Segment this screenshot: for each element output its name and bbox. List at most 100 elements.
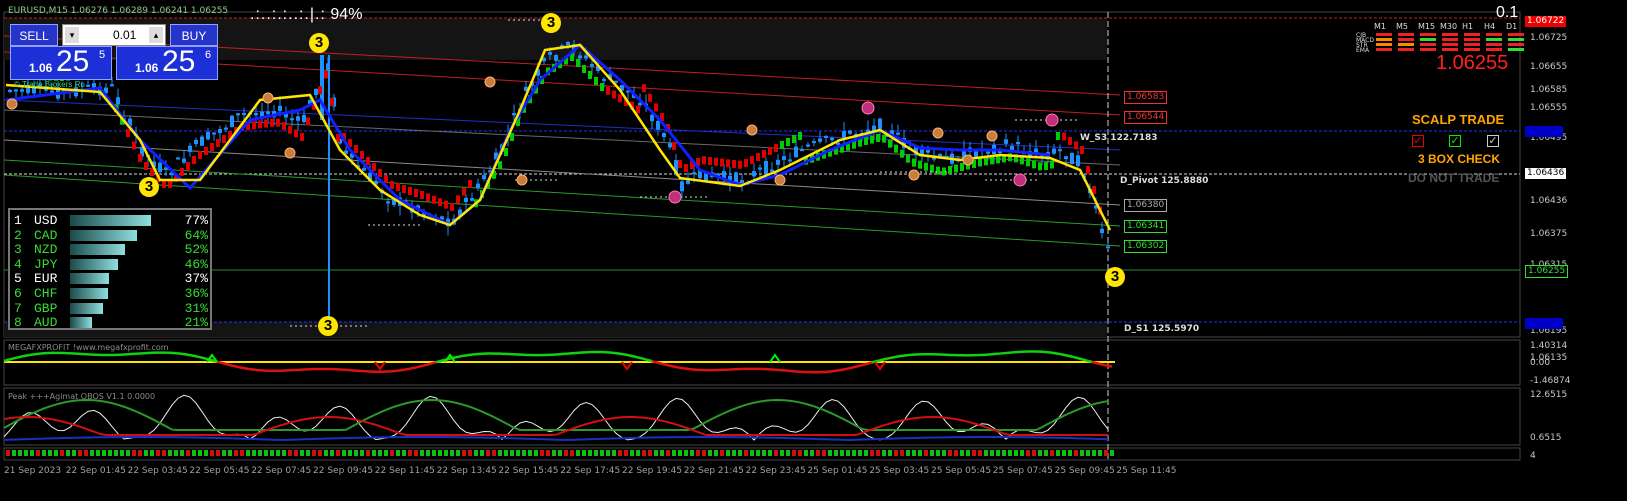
ind3-signal-block <box>168 450 172 456</box>
heikin-bar <box>324 70 328 79</box>
signal-dot-magenta <box>1045 113 1059 127</box>
mtf-signal-cell <box>1420 38 1436 41</box>
ind3-signal-block <box>492 450 496 456</box>
heikin-bar <box>468 179 472 188</box>
symbol-header: EURUSD,M15 1.06276 1.06289 1.06241 1.062… <box>8 6 229 16</box>
ind3-signal-block <box>834 450 838 456</box>
price-chart[interactable] <box>0 0 1627 501</box>
ind3-signal-block <box>876 450 880 456</box>
heikin-bar <box>900 149 904 158</box>
mtf-signal-cell <box>1442 43 1458 46</box>
level-label-r2: 1.06544 <box>1124 111 1168 124</box>
lot-increase-icon[interactable]: ▴ <box>149 27 163 43</box>
check-box-3-icon: ✓ <box>1487 135 1499 147</box>
candle-body <box>1100 228 1104 234</box>
strength-currency: EUR <box>34 271 58 287</box>
buy-button[interactable]: BUY <box>170 24 218 46</box>
ind3-signal-block <box>1020 450 1024 456</box>
heikin-bar <box>984 157 988 166</box>
signal-3-marker: 3 <box>309 33 329 53</box>
ind3-signal-block <box>114 450 118 456</box>
lot-size-field[interactable]: ▾ 0.01 ▴ <box>62 24 166 46</box>
ind3-signal-block <box>576 450 580 456</box>
strength-percent: 77% <box>184 213 208 228</box>
ind3-signal-block <box>996 450 1000 456</box>
ind3-signal-block <box>300 450 304 456</box>
candle-body <box>926 150 930 153</box>
ind3-signal-block <box>888 450 892 456</box>
time-axis-label: 21 Sep 2023 <box>4 466 62 476</box>
lot-decrease-icon[interactable]: ▾ <box>65 27 79 43</box>
heikin-bar <box>576 59 580 67</box>
ind3-signal-block <box>402 450 406 456</box>
candle-body <box>812 141 816 144</box>
ind3-signal-block <box>138 450 142 456</box>
ind3-signal-block <box>756 450 760 456</box>
level-label-pivot: D_Pivot 125.8880 <box>1120 176 1209 186</box>
ind3-signal-block <box>588 450 592 456</box>
level-label-l2: 1.06341 <box>1124 220 1168 233</box>
sell-button[interactable]: SELL <box>10 24 58 46</box>
ind1-axis-bot: -1.46874 <box>1530 376 1571 386</box>
lot-size-value[interactable]: 0.01 <box>113 28 136 42</box>
ind3-signal-block <box>1008 450 1012 456</box>
candle-body <box>554 54 558 61</box>
candle-body <box>1010 145 1014 151</box>
heikin-bar <box>126 129 130 138</box>
ind3-signal-block <box>546 450 550 456</box>
ind3-signal-block <box>390 450 394 456</box>
heikin-bar <box>714 157 718 166</box>
ind3-signal-block <box>96 450 100 456</box>
ind3-signal-block <box>510 450 514 456</box>
candle-body <box>800 149 804 152</box>
candle-body <box>578 55 582 59</box>
ind3-signal-block <box>24 450 28 456</box>
ind3-signal-block <box>1074 450 1078 456</box>
heikin-bar <box>786 138 790 146</box>
ind3-signal-block <box>732 450 736 456</box>
candle-body <box>602 78 606 81</box>
heikin-bar <box>222 135 226 143</box>
candle-body <box>548 51 552 55</box>
ind3-signal-block <box>90 450 94 456</box>
heikin-bar <box>882 134 886 143</box>
strength-row-jpy: 4 JPY 46% <box>12 257 212 272</box>
strength-rank: 8 <box>14 315 22 331</box>
buy-price-box[interactable]: 1.06 25 6 <box>116 45 218 80</box>
heikin-bar <box>654 103 658 112</box>
mtf-signal-cell <box>1376 38 1392 41</box>
ind3-signal-block <box>12 450 16 456</box>
heikin-bar <box>924 162 928 171</box>
ind3-signal-block <box>540 450 544 456</box>
ind3-signal-block <box>324 450 328 456</box>
ind3-signal-block <box>192 450 196 456</box>
heikin-bar <box>750 156 754 164</box>
heikin-bar <box>444 200 448 209</box>
ind3-signal-block <box>750 450 754 456</box>
ind3-signal-block <box>54 450 58 456</box>
ind3-signal-block <box>432 450 436 456</box>
ind3-signal-block <box>120 450 124 456</box>
mtf-signal-cell <box>1464 33 1480 36</box>
blue-level-marker-2 <box>1525 318 1563 329</box>
heikin-bar <box>582 65 586 73</box>
signal-dot-orange <box>774 174 786 186</box>
sell-price-box[interactable]: 1.06 25 5 <box>10 45 112 80</box>
ind3-signal-block <box>672 450 676 456</box>
buy-price-prefix: 1.06 <box>135 61 159 75</box>
ind3-signal-block <box>798 450 802 456</box>
ind3-signal-block <box>558 450 562 456</box>
candle-body <box>266 111 270 115</box>
ind3-signal-block <box>654 450 658 456</box>
ind3-signal-block <box>378 450 382 456</box>
heikin-bar <box>288 125 292 134</box>
candle-body <box>668 143 672 148</box>
candle-body <box>776 159 780 165</box>
ind3-signal-block <box>126 450 130 456</box>
signal-dot-magenta <box>668 190 682 204</box>
candle-body <box>656 120 660 130</box>
ind3-signal-block <box>708 450 712 456</box>
scalp-trade-title: SCALP TRADE <box>1412 112 1505 127</box>
price-axis-label: 1.06585 <box>1530 85 1568 95</box>
ind3-signal-block <box>204 450 208 456</box>
